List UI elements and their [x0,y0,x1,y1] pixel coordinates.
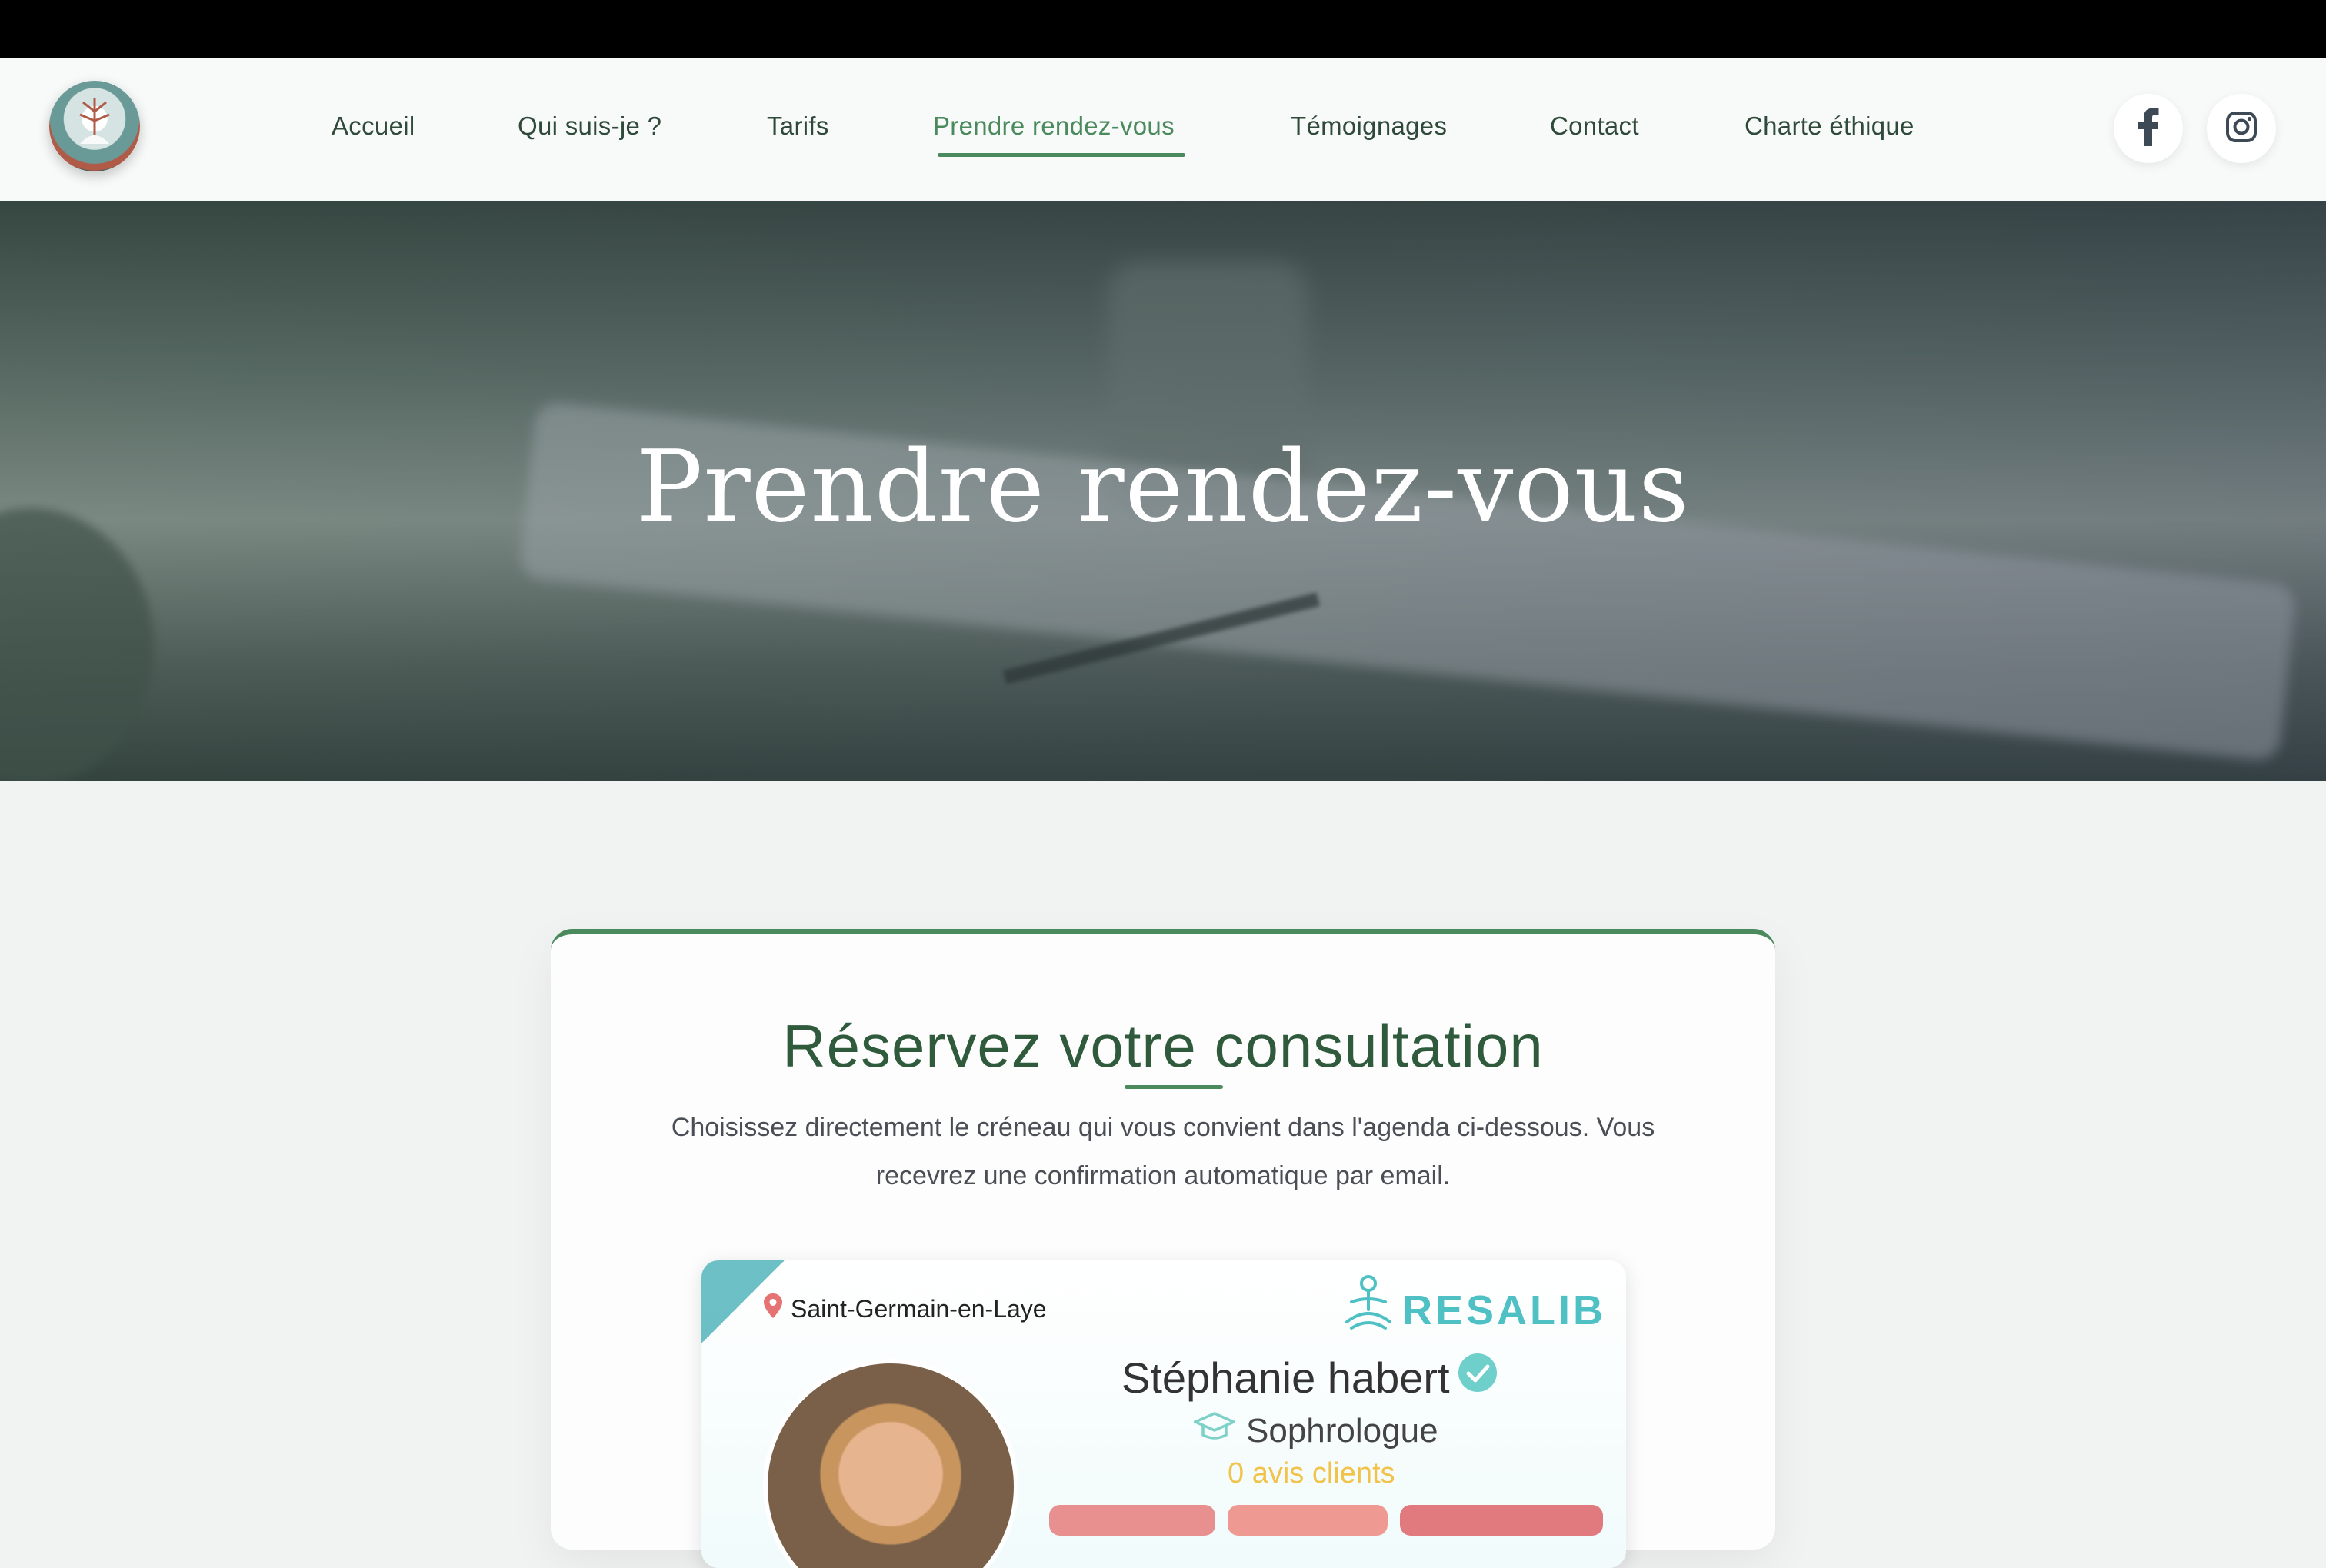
nav-accueil[interactable]: Accueil [332,112,415,141]
widget-location: Saint-Germain-en-Laye [763,1293,1047,1325]
nav-charte-ethique[interactable]: Charte éthique [1744,112,1914,141]
brand-text: RESALIB [1401,1287,1606,1333]
facebook-link[interactable] [2114,94,2183,163]
hero-banner: Prendre rendez-vous [0,201,2326,781]
practitioner-photo [763,1359,1018,1568]
nav-qui-suis-je[interactable]: Qui suis-je ? [518,112,661,141]
map-pin-icon [763,1293,783,1325]
nav-prendre-rendez-vous[interactable]: Prendre rendez-vous [933,112,1175,141]
site-logo[interactable] [49,81,140,171]
verified-badge-icon [1456,1351,1499,1404]
graduation-cap-icon [1191,1411,1238,1450]
active-nav-underline [938,153,1185,157]
lotus-meditation-icon [1341,1274,1396,1346]
reviews-count[interactable]: 0 avis clients [1228,1457,1395,1490]
booking-title: Réservez votre consultation [782,1012,1544,1080]
nav-contact[interactable]: Contact [1550,112,1639,141]
instagram-icon [2225,111,2258,147]
location-text: Saint-Germain-en-Laye [791,1294,1047,1323]
practitioner-role: Sophrologue [1246,1411,1438,1450]
resalib-widget[interactable]: Saint-Germain-en-Laye RESALIB Stéphanie … [701,1260,1626,1568]
title-underline [1125,1085,1223,1089]
booking-description: Choisissez directement le créneau qui vo… [671,1113,1655,1190]
widget-action-button-2[interactable] [1228,1505,1388,1536]
practitioner-role-row: Sophrologue [1191,1411,1438,1450]
hero-title: Prendre rendez-vous [636,430,1690,544]
nav-tarifs[interactable]: Tarifs [767,112,829,141]
instagram-link[interactable] [2207,94,2276,163]
widget-action-button-1[interactable] [1049,1505,1215,1536]
browser-top-bar [0,0,2326,58]
widget-action-button-3[interactable] [1400,1505,1603,1536]
facebook-icon [2137,108,2160,150]
booking-card: Réservez votre consultation Choisissez d… [551,929,1775,1568]
nav-temoignages[interactable]: Témoignages [1291,112,1447,141]
resalib-brand[interactable]: RESALIB [1341,1274,1606,1346]
practitioner-name-row: Stéphanie habert [1121,1351,1499,1404]
practitioner-name: Stéphanie habert [1121,1353,1450,1402]
site-header: Accueil Qui suis-je ? Tarifs Prendre ren… [0,58,2326,201]
